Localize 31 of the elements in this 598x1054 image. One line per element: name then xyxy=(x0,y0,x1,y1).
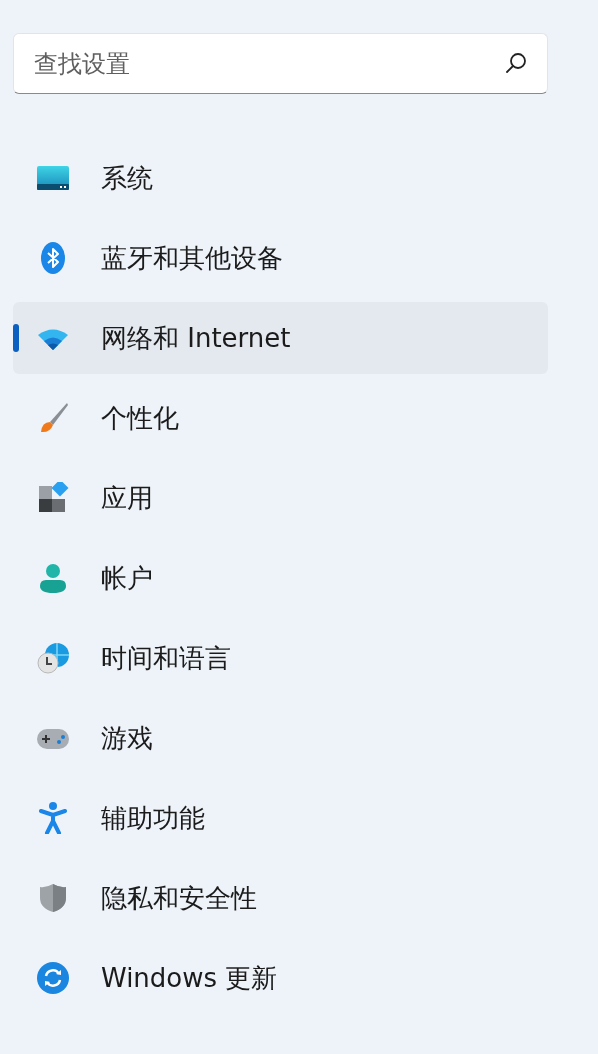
shield-icon xyxy=(37,882,69,914)
nav-item[interactable]: 辅助功能 xyxy=(13,782,548,854)
nav-label: 帐户 xyxy=(101,561,153,595)
nav-label: 系统 xyxy=(101,161,153,195)
nav-item[interactable]: 时间和语言 xyxy=(13,622,548,694)
nav-item[interactable]: Windows 更新 xyxy=(13,942,548,1014)
search-field[interactable]: 查找设置 xyxy=(13,33,548,94)
nav-label: 隐私和安全性 xyxy=(101,881,257,915)
nav-label: 个性化 xyxy=(101,401,179,435)
selection-indicator xyxy=(13,324,19,352)
sync-icon xyxy=(37,962,69,994)
nav-label: 辅助功能 xyxy=(101,801,205,835)
nav-item[interactable]: 网络和 Internet xyxy=(13,302,548,374)
nav-label: 网络和 Internet xyxy=(101,321,291,355)
globe-clock-icon xyxy=(37,642,69,674)
nav-label: Windows 更新 xyxy=(101,961,278,995)
nav-label: 时间和语言 xyxy=(101,641,231,675)
nav-item[interactable]: 游戏 xyxy=(13,702,548,774)
accessibility-icon xyxy=(37,802,69,834)
person-icon xyxy=(37,562,69,594)
nav-item[interactable]: 帐户 xyxy=(13,542,548,614)
nav-item[interactable]: 系统 xyxy=(13,142,548,214)
nav-label: 应用 xyxy=(101,481,153,515)
nav-item[interactable]: 蓝牙和其他设备 xyxy=(13,222,548,294)
nav-label: 游戏 xyxy=(101,721,153,755)
search-icon xyxy=(504,51,528,75)
nav-label: 蓝牙和其他设备 xyxy=(101,241,283,275)
apps-icon xyxy=(37,482,69,514)
nav-item[interactable]: 隐私和安全性 xyxy=(13,862,548,934)
nav-item[interactable]: 应用 xyxy=(13,462,548,534)
nav-item[interactable]: 个性化 xyxy=(13,382,548,454)
